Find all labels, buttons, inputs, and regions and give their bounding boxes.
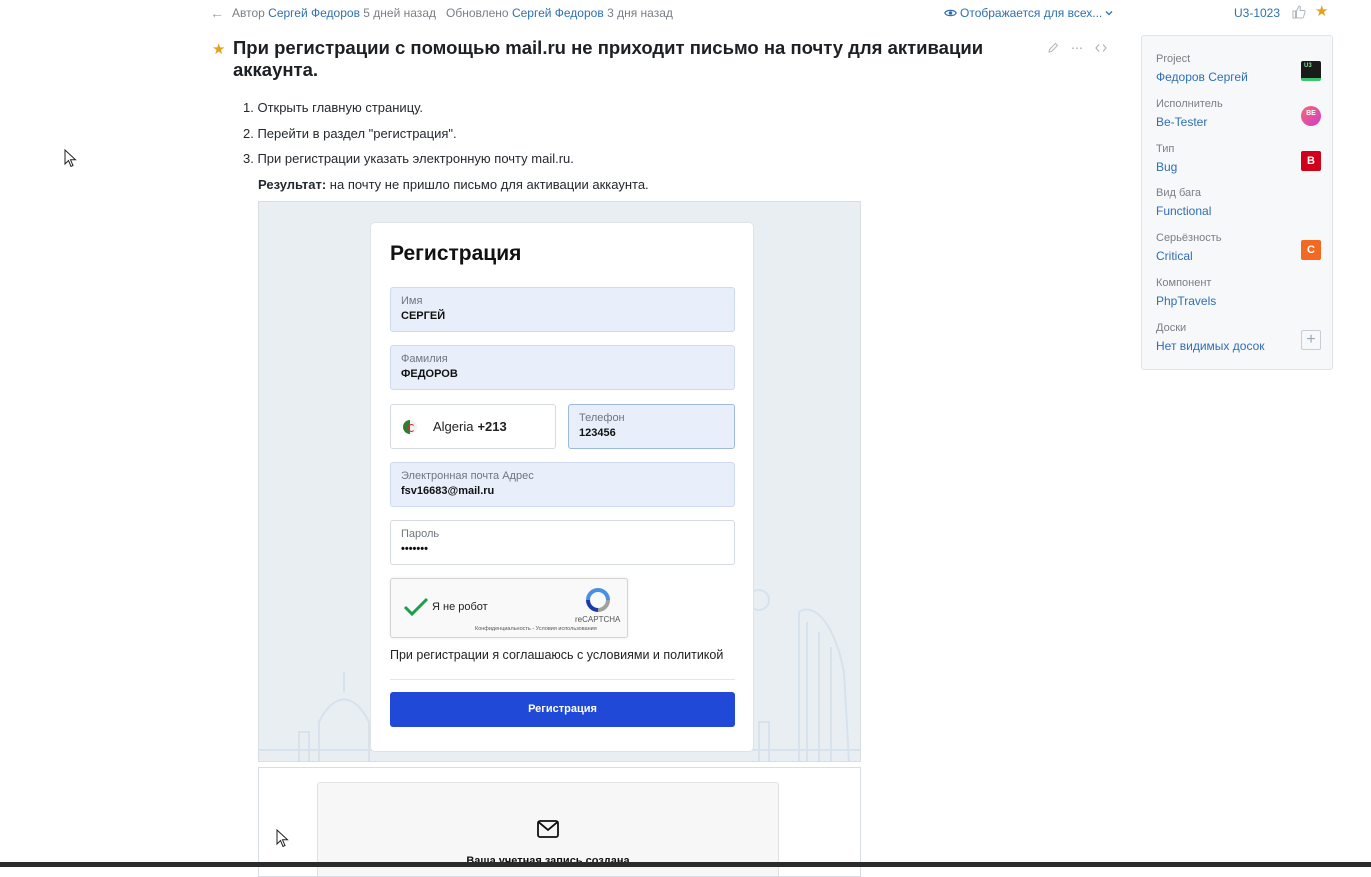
result-paragraph: Результат: на почту не пришло письмо для…	[258, 177, 649, 193]
country-name: Algeria	[433, 419, 474, 434]
issue-meta: ← Автор Сергей Федоров 5 дней назад Обно…	[210, 4, 673, 22]
author-prefix: Автор	[232, 6, 265, 20]
issue-title: При регистрации с помощью mail.ru не при…	[233, 37, 984, 80]
registration-title: Регистрация	[390, 242, 522, 265]
updated-prefix: Обновлено	[446, 6, 509, 20]
step-item: 3. При регистрации указать электронную п…	[243, 151, 574, 166]
captcha-label: Я не робот	[432, 601, 488, 613]
project-avatar-icon: U3	[1301, 61, 1321, 81]
name-field[interactable]: Имя СЕРГЕЙ	[390, 287, 735, 332]
password-field[interactable]: Пароль •••••••	[390, 520, 735, 565]
sidebar-item-assignee: Исполнитель Be-Tester BE	[1156, 97, 1321, 131]
registration-card: Регистрация Имя СЕРГЕЙ Фамилия ФЕДОРОВ A…	[370, 222, 754, 752]
sidebar-item-value[interactable]: Functional	[1156, 202, 1321, 220]
thumbs-up-icon[interactable]	[1292, 4, 1306, 20]
sidebar-item-type: Тип Bug B	[1156, 142, 1321, 176]
name-value: СЕРГЕЙ	[401, 310, 446, 322]
captcha-brand: reCAPTCHA	[575, 615, 621, 624]
sidebar-item-bug-kind: Вид бага Functional	[1156, 186, 1321, 220]
sidebar-item-value[interactable]: Федоров Сергей	[1156, 68, 1321, 86]
terms-agreement-text: При регистрации я соглашаюсь с условиями…	[390, 648, 724, 662]
sidebar-item-boards: Доски Нет видимых досок +	[1156, 321, 1321, 355]
checkmark-icon[interactable]	[403, 596, 429, 618]
surname-value: ФЕДОРОВ	[401, 368, 458, 380]
author-link[interactable]: Сергей Федоров	[268, 6, 360, 20]
register-button[interactable]: Регистрация	[390, 692, 735, 727]
sidebar-item-label: Серьёзность	[1156, 232, 1222, 244]
mouse-cursor-icon	[276, 829, 289, 848]
sidebar-item-component: Компонент PhpTravels	[1156, 276, 1321, 310]
sidebar-item-value[interactable]: PhpTravels	[1156, 292, 1321, 310]
password-value: •••••••	[401, 543, 428, 555]
mouse-cursor-icon	[64, 149, 77, 168]
email-field[interactable]: Электронная почта Адрес fsv16683@mail.ru	[390, 462, 735, 507]
envelope-icon	[537, 820, 559, 838]
title-star-icon[interactable]: ★	[212, 40, 225, 58]
sidebar-item-label: Project	[1156, 53, 1191, 65]
eye-icon	[944, 9, 957, 17]
attachment-registration-screenshot[interactable]: Регистрация Имя СЕРГЕЙ Фамилия ФЕДОРОВ A…	[258, 201, 861, 762]
surname-label: Фамилия	[401, 353, 448, 365]
phone-label: Телефон	[579, 412, 625, 424]
taskbar-edge	[0, 862, 1371, 867]
name-label: Имя	[401, 295, 423, 307]
result-text: на почту не пришло письмо для активации …	[326, 177, 649, 192]
result-label: Результат:	[258, 177, 327, 192]
sidebar-item-label: Вид бага	[1156, 187, 1202, 199]
sidebar-item-value[interactable]: Нет видимых досок	[1156, 337, 1321, 355]
divider	[390, 679, 735, 680]
country-code: +213	[477, 419, 507, 434]
sidebar-item-label: Тип	[1156, 143, 1175, 155]
sidebar-item-value[interactable]: Be-Tester	[1156, 113, 1321, 131]
email-label: Электронная почта Адрес	[401, 470, 534, 482]
updated-time: 3 дня назад	[607, 6, 673, 20]
severity-icon: C	[1301, 240, 1321, 260]
algeria-flag-icon	[403, 419, 417, 434]
title-actions: ⋯	[1047, 42, 1107, 54]
sidebar-item-value[interactable]: Bug	[1156, 158, 1321, 176]
surname-field[interactable]: Фамилия ФЕДОРОВ	[390, 345, 735, 390]
phone-value: 123456	[579, 427, 616, 439]
sidebar-item-label: Доски	[1156, 322, 1187, 334]
chevron-down-icon	[1105, 11, 1113, 16]
issue-properties-sidebar: Project Федоров Сергей U3 Исполнитель Be…	[1141, 35, 1333, 370]
sidebar-item-project: Project Федоров Сергей U3	[1156, 52, 1321, 86]
author-time: 5 дней назад	[363, 6, 436, 20]
add-board-icon[interactable]: +	[1301, 330, 1321, 350]
phone-field[interactable]: Телефон 123456	[568, 404, 735, 449]
visibility-label: Отображается для всех...	[960, 6, 1103, 20]
country-select[interactable]: Algeria +213	[390, 404, 556, 449]
attachment-confirmation-screenshot[interactable]: Ваша учетная запись создана	[258, 767, 861, 877]
back-arrow-icon[interactable]: ←	[210, 5, 224, 21]
sidebar-item-label: Компонент	[1156, 277, 1212, 289]
password-label: Пароль	[401, 528, 440, 540]
updated-by-link[interactable]: Сергей Федоров	[512, 6, 604, 20]
issue-id-link[interactable]: U3-1023	[1234, 4, 1280, 22]
captcha-links[interactable]: Конфиденциальность - Условия использован…	[475, 626, 597, 632]
bug-type-icon: B	[1301, 151, 1321, 171]
sidebar-item-value[interactable]: Critical	[1156, 247, 1321, 265]
email-value: fsv16683@mail.ru	[401, 485, 495, 497]
edit-pencil-icon[interactable]	[1047, 42, 1059, 54]
more-options-icon[interactable]: ⋯	[1071, 42, 1083, 54]
sidebar-item-severity: Серьёзность Critical C	[1156, 231, 1321, 265]
recaptcha-widget[interactable]: Я не робот reCAPTCHA Конфиденциальность …	[390, 578, 628, 638]
steps-list: 1. Открыть главную страницу. 2. Перейти …	[243, 100, 574, 177]
recaptcha-logo-icon	[586, 588, 610, 612]
code-view-icon[interactable]	[1095, 42, 1107, 54]
assignee-avatar-icon: BE	[1301, 106, 1321, 126]
favorite-star-icon[interactable]: ★	[1315, 2, 1328, 20]
sidebar-item-label: Исполнитель	[1156, 98, 1223, 110]
visibility-dropdown[interactable]: Отображается для всех...	[944, 4, 1113, 22]
step-item: 1. Открыть главную страницу.	[243, 100, 423, 115]
step-item: 2. Перейти в раздел "регистрация".	[243, 125, 457, 141]
